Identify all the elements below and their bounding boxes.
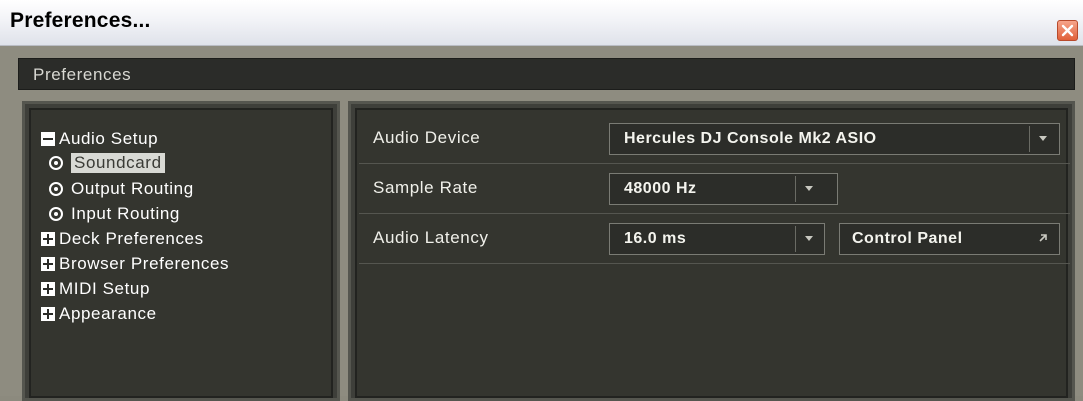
sample-rate-label: Sample Rate xyxy=(373,178,478,197)
tree-item-midi-setup[interactable]: MIDI Setup xyxy=(41,276,150,301)
radio-icon xyxy=(49,206,63,221)
close-icon xyxy=(1061,24,1074,37)
sample-rate-value: 48000 Hz xyxy=(624,180,697,197)
control-panel-button[interactable]: Control Panel xyxy=(839,223,1060,255)
chevron-down-icon[interactable] xyxy=(1029,126,1055,152)
tree-item-label: Deck Preferences xyxy=(59,228,204,248)
external-arrow-icon xyxy=(1039,234,1047,242)
header-title: Preferences xyxy=(33,65,132,84)
tree-item-soundcard[interactable]: Soundcard xyxy=(49,150,165,175)
plus-box-icon[interactable] xyxy=(41,306,55,321)
tree-item-audio-setup[interactable]: Audio Setup xyxy=(41,126,158,151)
window-title: Preferences... xyxy=(10,9,151,32)
audio-device-row: Audio Device Hercules DJ Console Mk2 ASI… xyxy=(359,114,1070,164)
tree-item-label: Browser Preferences xyxy=(59,253,230,273)
tree-item-label: Output Routing xyxy=(71,178,194,198)
preferences-window: Preferences... Preferences Audio Setup S… xyxy=(0,0,1083,401)
sample-rate-select[interactable]: 48000 Hz xyxy=(609,173,838,205)
radio-icon xyxy=(49,181,63,196)
category-tree: Audio Setup Soundcard Output Routing Inp… xyxy=(29,108,333,398)
tree-item-label: MIDI Setup xyxy=(59,278,151,298)
tree-item-label: Soundcard xyxy=(71,152,165,173)
tree-item-deck-preferences[interactable]: Deck Preferences xyxy=(41,226,204,251)
tree-item-appearance[interactable]: Appearance xyxy=(41,301,157,326)
audio-device-select[interactable]: Hercules DJ Console Mk2 ASIO xyxy=(609,123,1060,155)
tree-item-browser-preferences[interactable]: Browser Preferences xyxy=(41,251,229,276)
audio-latency-value: 16.0 ms xyxy=(624,230,687,247)
audio-device-value: Hercules DJ Console Mk2 ASIO xyxy=(624,130,877,147)
tree-item-label: Audio Setup xyxy=(59,128,159,148)
audio-latency-select[interactable]: 16.0 ms xyxy=(609,223,825,255)
soundcard-settings-panel: Audio Device Hercules DJ Console Mk2 ASI… xyxy=(348,101,1075,401)
sample-rate-row: Sample Rate 48000 Hz xyxy=(359,164,1070,214)
plus-box-icon[interactable] xyxy=(41,231,55,246)
audio-latency-label: Audio Latency xyxy=(373,228,489,247)
preferences-header: Preferences xyxy=(18,58,1075,90)
chevron-down-icon[interactable] xyxy=(795,176,821,202)
tree-item-label: Appearance xyxy=(59,303,157,323)
plus-box-icon[interactable] xyxy=(41,281,55,296)
tree-item-label: Input Routing xyxy=(71,203,180,223)
control-panel-label: Control Panel xyxy=(852,230,963,247)
tree-item-output-routing[interactable]: Output Routing xyxy=(49,176,194,201)
title-bar[interactable]: Preferences... xyxy=(0,0,1083,46)
audio-device-label: Audio Device xyxy=(373,128,481,147)
category-tree-panel: Audio Setup Soundcard Output Routing Inp… xyxy=(22,101,340,401)
close-button[interactable] xyxy=(1057,20,1078,41)
radio-icon xyxy=(49,155,63,170)
tree-item-input-routing[interactable]: Input Routing xyxy=(49,201,180,226)
audio-latency-row: Audio Latency 16.0 ms Control Panel xyxy=(359,214,1070,264)
plus-box-icon[interactable] xyxy=(41,256,55,271)
settings-content: Audio Device Hercules DJ Console Mk2 ASI… xyxy=(355,108,1070,398)
chevron-down-icon[interactable] xyxy=(795,226,821,252)
minus-box-icon[interactable] xyxy=(41,131,55,146)
